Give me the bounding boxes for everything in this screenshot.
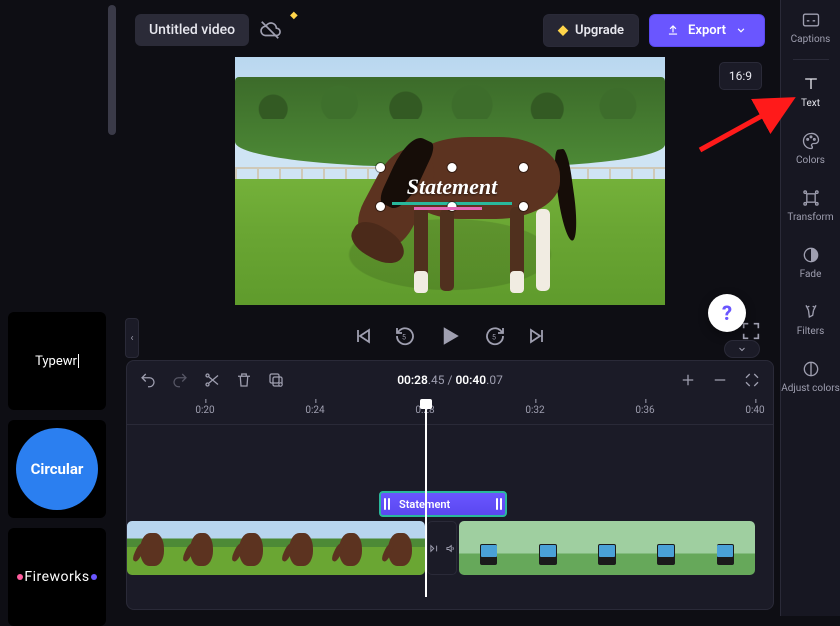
fade-icon xyxy=(801,245,821,265)
rewind-5-button[interactable]: 5 xyxy=(393,324,417,348)
upgrade-label: Upgrade xyxy=(575,23,624,38)
skip-start-button[interactable] xyxy=(351,324,375,348)
text-overlay-content: Statement xyxy=(407,174,497,200)
rail-label: Captions xyxy=(791,34,831,45)
playhead[interactable] xyxy=(425,399,427,597)
svg-text:5: 5 xyxy=(402,334,406,342)
text-overlay-selection[interactable]: Statement xyxy=(380,167,524,207)
aspect-ratio-label: 16:9 xyxy=(729,69,752,83)
properties-rail: Captions Text Colors Transform Fade Filt… xyxy=(780,0,840,616)
rail-filters[interactable]: Filters xyxy=(781,292,840,349)
video-clip-1[interactable] xyxy=(127,521,425,575)
rail-captions[interactable]: Captions xyxy=(781,0,840,57)
text-template-fireworks[interactable]: Fireworks xyxy=(8,528,106,626)
split-button[interactable] xyxy=(203,371,221,389)
transform-icon xyxy=(801,188,821,208)
resize-handle-bl[interactable] xyxy=(376,202,385,211)
video-clip-2[interactable] xyxy=(459,521,755,575)
svg-text:5: 5 xyxy=(492,334,496,342)
resize-handle-br[interactable] xyxy=(519,202,528,211)
text-icon xyxy=(801,74,821,94)
aspect-ratio-button[interactable]: 16:9 xyxy=(719,62,762,90)
filters-icon xyxy=(801,302,821,322)
clip-trim-left[interactable] xyxy=(381,498,393,510)
zoom-out-button[interactable] xyxy=(711,371,729,389)
rail-adjust-colors[interactable]: Adjust colors xyxy=(781,349,840,406)
duplicate-button[interactable] xyxy=(267,371,285,389)
text-template-typewriter[interactable]: Typewr xyxy=(8,312,106,410)
rail-text[interactable]: Text xyxy=(781,64,840,121)
editor-area: Untitled video ◆ Upgrade Export 16:9 xyxy=(120,0,780,616)
ruler-tick: 0:20 xyxy=(195,405,214,416)
resize-handle-top[interactable] xyxy=(448,163,457,172)
playback-controls: 5 5 xyxy=(120,316,780,356)
skip-end-button[interactable] xyxy=(525,324,549,348)
rail-label: Fade xyxy=(800,269,822,280)
template-label: Fireworks xyxy=(24,569,89,585)
ruler-tick: 0:32 xyxy=(525,405,544,416)
resize-handle-tl[interactable] xyxy=(376,163,385,172)
export-label: Export xyxy=(688,23,726,38)
rail-label: Filters xyxy=(797,326,825,337)
audio-icon xyxy=(445,542,457,555)
rail-colors[interactable]: Colors xyxy=(781,121,840,178)
resize-handle-tr[interactable] xyxy=(519,163,528,172)
ruler-tick: 0:24 xyxy=(305,405,324,416)
export-button[interactable]: Export xyxy=(649,14,765,47)
sidebar-scrollbar[interactable] xyxy=(108,5,116,135)
rail-label: Text xyxy=(801,98,820,109)
playhead-time: 00:28.45 / 00:40.07 xyxy=(397,373,503,387)
project-title-input[interactable]: Untitled video xyxy=(135,14,249,46)
text-template-circular[interactable]: Circular xyxy=(8,420,106,518)
text-clip[interactable]: Statement xyxy=(379,491,507,517)
project-title-text: Untitled video xyxy=(149,22,235,38)
undo-button[interactable] xyxy=(139,371,157,389)
help-icon: ? xyxy=(722,301,732,325)
timeline-toolbar: 00:28.45 / 00:40.07 xyxy=(127,361,773,399)
text-clip-label: Statement xyxy=(393,498,493,511)
transition-icon xyxy=(428,542,440,555)
adjust-icon xyxy=(801,359,821,379)
cloud-sync-off-icon[interactable] xyxy=(259,19,281,41)
forward-5-button[interactable]: 5 xyxy=(483,324,507,348)
collapse-panel-button[interactable] xyxy=(724,340,760,358)
rail-label: Adjust colors xyxy=(781,383,840,394)
add-track-button[interactable] xyxy=(679,371,697,389)
timeline-tracks[interactable]: Statement xyxy=(127,425,773,597)
rail-label: Colors xyxy=(796,155,825,166)
fullscreen-button[interactable] xyxy=(740,320,762,342)
rail-transform[interactable]: Transform xyxy=(781,178,840,235)
clip-transition-button[interactable] xyxy=(427,521,457,575)
fit-timeline-button[interactable] xyxy=(743,371,761,389)
template-label: Typewr xyxy=(35,354,77,369)
resize-handle-bottom[interactable] xyxy=(448,202,457,211)
chevron-down-icon xyxy=(734,23,748,37)
top-bar: Untitled video ◆ Upgrade Export xyxy=(135,10,765,50)
rail-label: Transform xyxy=(787,212,833,223)
clip-trim-right[interactable] xyxy=(493,498,505,510)
delete-button[interactable] xyxy=(235,371,253,389)
timeline-ruler[interactable]: 0:20 0:24 0:28 0:32 0:36 0:40 xyxy=(127,399,773,425)
captions-icon xyxy=(801,10,821,30)
diamond-icon: ◆ xyxy=(558,23,568,38)
premium-gem-icon xyxy=(290,10,298,21)
palette-icon xyxy=(801,131,821,151)
rail-fade[interactable]: Fade xyxy=(781,235,840,292)
redo-button[interactable] xyxy=(171,371,189,389)
ruler-tick: 0:40 xyxy=(745,405,764,416)
template-sidebar: Typewr Circular Fireworks xyxy=(0,0,120,616)
upload-icon xyxy=(666,23,680,37)
timeline-panel: 00:28.45 / 00:40.07 0:20 0:24 0:28 0:32 … xyxy=(126,360,774,610)
help-button[interactable]: ? xyxy=(708,294,746,332)
template-label: Circular xyxy=(31,460,84,478)
upgrade-button[interactable]: ◆ Upgrade xyxy=(543,14,639,47)
ruler-tick: 0:36 xyxy=(635,405,654,416)
play-button[interactable] xyxy=(435,321,465,351)
